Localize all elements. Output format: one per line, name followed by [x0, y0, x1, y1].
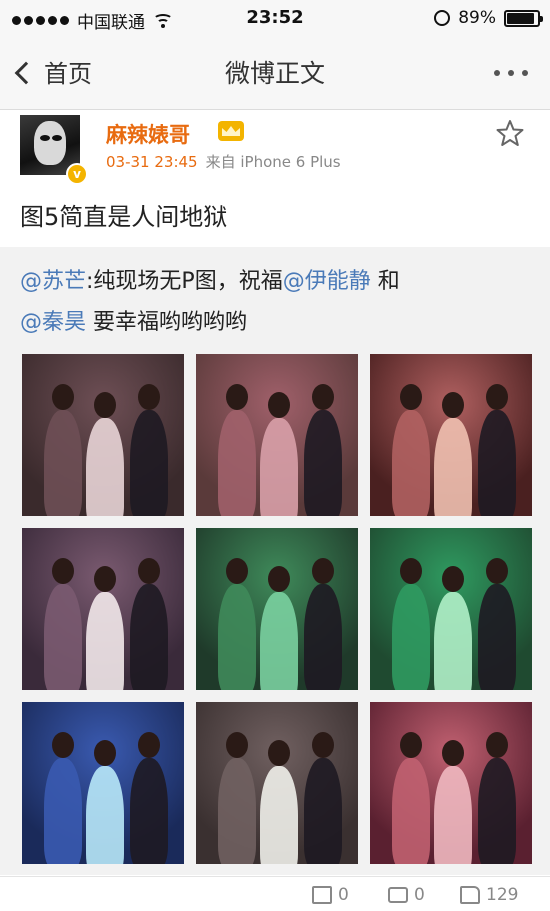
comment-count: 0	[414, 885, 425, 905]
person-silhouette	[442, 392, 464, 418]
photo-thumbnail[interactable]	[196, 528, 358, 690]
verified-badge-icon: v	[66, 163, 88, 185]
crown-icon	[218, 121, 244, 141]
person-silhouette	[392, 410, 430, 516]
person-silhouette	[392, 758, 430, 864]
person-silhouette	[226, 558, 248, 584]
person-silhouette	[312, 732, 334, 758]
person-silhouette	[218, 584, 256, 690]
person-silhouette	[478, 584, 516, 690]
person-silhouette	[486, 558, 508, 584]
person-silhouette	[400, 558, 422, 584]
person-silhouette	[392, 584, 430, 690]
person-silhouette	[442, 740, 464, 766]
navigation-bar: 首页 微博正文	[0, 36, 550, 110]
photo-thumbnail[interactable]	[370, 354, 532, 516]
person-silhouette	[94, 566, 116, 592]
repost-text-segment: :纯现场无P图，祝福	[86, 269, 283, 294]
page-title: 微博正文	[224, 59, 325, 88]
comment-button[interactable]: 0	[388, 885, 425, 905]
person-silhouette	[52, 558, 74, 584]
person-silhouette	[218, 410, 256, 516]
person-silhouette	[260, 766, 298, 864]
more-dots-icon	[494, 70, 500, 76]
person-silhouette	[486, 384, 508, 410]
battery-icon	[504, 9, 543, 27]
person-silhouette	[478, 410, 516, 516]
username[interactable]: 麻辣婊哥	[106, 119, 190, 149]
person-silhouette	[130, 410, 168, 516]
photo-thumbnail[interactable]	[196, 702, 358, 864]
person-silhouette	[304, 584, 342, 690]
person-silhouette	[226, 732, 248, 758]
person-silhouette	[268, 740, 290, 766]
person-silhouette	[94, 392, 116, 418]
photo-thumbnail[interactable]	[22, 354, 184, 516]
person-silhouette	[44, 584, 82, 690]
person-silhouette	[312, 558, 334, 584]
person-silhouette	[304, 758, 342, 864]
mention-link[interactable]: @伊能静	[283, 269, 371, 294]
status-bar: 中国联通 23:52 89%	[0, 0, 550, 36]
post-source: 来自 iPhone 6 Plus	[205, 153, 341, 171]
like-count: 129	[486, 885, 519, 905]
mention-link[interactable]: @秦昊	[20, 310, 86, 335]
person-silhouette	[268, 392, 290, 418]
more-options-button[interactable]	[494, 70, 528, 76]
photo-thumbnail[interactable]	[22, 528, 184, 690]
person-silhouette	[260, 418, 298, 516]
repost-count: 0	[338, 885, 349, 905]
photo-thumbnail[interactable]	[22, 702, 184, 864]
repost-text-segment: 要幸福哟哟哟哟	[86, 310, 248, 335]
person-silhouette	[86, 418, 124, 516]
person-silhouette	[138, 732, 160, 758]
person-silhouette	[260, 592, 298, 690]
person-silhouette	[130, 584, 168, 690]
action-bar: 0 0 129	[0, 876, 550, 911]
person-silhouette	[434, 592, 472, 690]
person-silhouette	[138, 384, 160, 410]
thumbs-up-icon	[460, 886, 480, 904]
comment-icon	[388, 887, 408, 903]
photo-thumbnail[interactable]	[196, 354, 358, 516]
repost-icon	[312, 886, 332, 904]
person-silhouette	[400, 384, 422, 410]
alarm-icon	[434, 10, 451, 26]
status-right: 89%	[434, 8, 543, 28]
person-silhouette	[52, 732, 74, 758]
person-silhouette	[400, 732, 422, 758]
person-silhouette	[478, 758, 516, 864]
person-silhouette	[442, 566, 464, 592]
post-text: 图5简直是人间地狱	[20, 203, 228, 231]
person-silhouette	[86, 766, 124, 864]
post-meta: 03-31 23:45 来自 iPhone 6 Plus	[106, 151, 341, 172]
person-silhouette	[268, 566, 290, 592]
person-silhouette	[486, 732, 508, 758]
person-silhouette	[86, 592, 124, 690]
repost-text-segment: 和	[370, 269, 400, 294]
repost-button[interactable]: 0	[312, 885, 349, 905]
person-silhouette	[226, 384, 248, 410]
person-silhouette	[44, 758, 82, 864]
person-silhouette	[130, 758, 168, 864]
battery-percent: 89%	[458, 8, 496, 28]
person-silhouette	[304, 410, 342, 516]
like-button[interactable]: 129	[460, 885, 518, 905]
repost-box[interactable]: @苏芒:纯现场无P图，祝福@伊能静 和 @秦昊 要幸福哟哟哟哟	[0, 247, 550, 875]
person-silhouette	[218, 758, 256, 864]
photo-thumbnail[interactable]	[370, 528, 532, 690]
photo-thumbnail[interactable]	[370, 702, 532, 864]
person-silhouette	[312, 384, 334, 410]
repost-text: @苏芒:纯现场无P图，祝福@伊能静 和 @秦昊 要幸福哟哟哟哟	[20, 261, 530, 343]
photo-grid	[22, 354, 532, 864]
person-silhouette	[94, 740, 116, 766]
person-silhouette	[52, 384, 74, 410]
star-icon[interactable]	[496, 119, 524, 147]
mention-link[interactable]: @苏芒	[20, 269, 86, 294]
person-silhouette	[138, 558, 160, 584]
person-silhouette	[44, 410, 82, 516]
person-silhouette	[434, 766, 472, 864]
person-silhouette	[434, 418, 472, 516]
post-timestamp: 03-31 23:45	[106, 153, 198, 171]
